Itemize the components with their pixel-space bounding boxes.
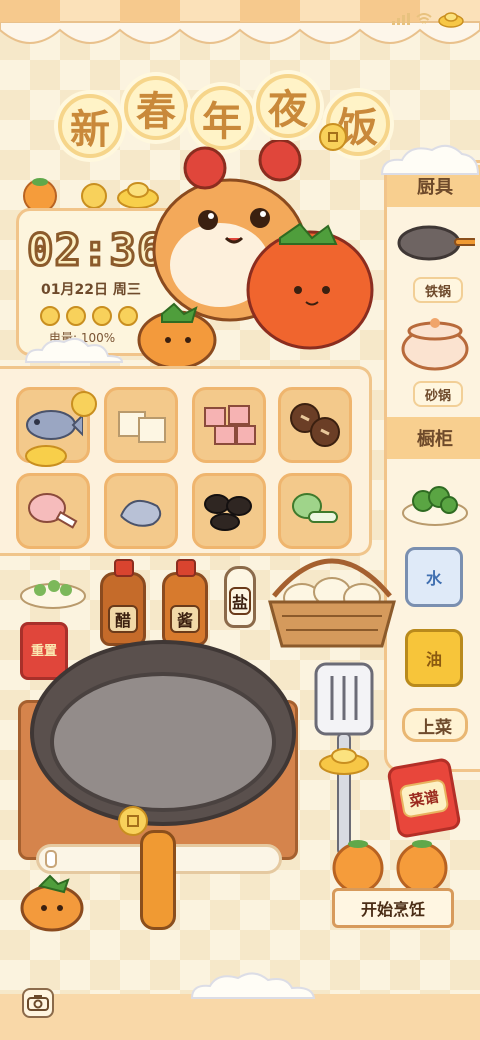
salt-jar[interactable]: 盐 (224, 566, 256, 628)
soy-sauce-bottle[interactable]: 酱 (162, 559, 208, 646)
wifi-icon (416, 13, 432, 24)
chicken-leg-icon (28, 493, 78, 529)
vinegar-bottle[interactable]: 醋 (100, 559, 146, 646)
side-dish-icon[interactable] (18, 566, 88, 612)
vinegar-label: 醋 (108, 605, 138, 633)
greens-plate-icon (402, 486, 468, 526)
oil-bottle-icon[interactable]: 油 (405, 629, 463, 687)
cloud-decoration (24, 337, 124, 363)
side-panel: 厨具 铁锅 砂锅 橱柜 水 油 (384, 160, 480, 772)
soy-sauce-label: 酱 (170, 605, 200, 633)
slot-black-fungus[interactable] (192, 473, 266, 549)
iron-wok-icon[interactable] (395, 221, 475, 271)
gold-ingot-icon (438, 12, 464, 28)
recipe-label: 菜谱 (398, 777, 450, 819)
water-bottle-icon[interactable]: 水 (405, 547, 463, 607)
title-char: 夜 (256, 74, 320, 138)
shiitake-icon (290, 403, 340, 447)
slot-tofu[interactable] (104, 387, 178, 463)
bottle-cap (176, 559, 196, 577)
tangerine-pair-decoration (332, 840, 448, 894)
black-fungus-icon (204, 494, 252, 531)
heat-slider-knob[interactable] (45, 850, 57, 868)
persimmon-mascot (20, 874, 84, 932)
oil-label: 油 (425, 650, 442, 669)
gold-coin-icon (118, 806, 148, 836)
salt-label: 盐 (229, 587, 251, 615)
camera-icon (27, 995, 49, 1011)
clay-pot-icon[interactable] (397, 313, 473, 373)
wok-surface[interactable] (50, 672, 276, 812)
cookware-label: 铁锅 (413, 277, 463, 303)
snow-cloud-decoration (380, 144, 480, 175)
wok-handle[interactable] (140, 830, 176, 930)
water-label: 水 (425, 569, 442, 588)
tofu-icon (118, 411, 166, 443)
camera-button[interactable] (22, 988, 54, 1018)
title-char: 春 (124, 76, 188, 140)
pork-belly-icon (204, 405, 256, 445)
bok-choy-icon (292, 493, 338, 523)
shrimp-icon (120, 499, 162, 527)
clock-date: 01月22日 周三 (41, 282, 141, 298)
slot-shrimp[interactable] (104, 473, 178, 549)
bottle-cap (114, 559, 134, 577)
recipe-button[interactable]: 菜谱 (386, 756, 462, 840)
reset-label: 重置 (30, 643, 57, 659)
slot-pork-belly[interactable] (192, 387, 266, 463)
egg-basket[interactable] (262, 536, 402, 656)
coin-decoration (25, 391, 97, 467)
gold-ingot-icon (319, 748, 369, 775)
cabinet-header: 橱柜 (387, 417, 480, 459)
status-bar (392, 10, 464, 28)
cookware-label: 砂锅 (413, 381, 463, 407)
signal-icon (392, 13, 410, 25)
title-char: 新 (58, 94, 122, 158)
start-cooking-button[interactable]: 开始烹饪 (332, 888, 454, 928)
cloud-decoration (190, 972, 316, 999)
slot-shiitake[interactable] (278, 387, 352, 463)
serve-button[interactable]: 上菜 (402, 708, 468, 742)
slot-chicken-leg[interactable] (16, 473, 90, 549)
reset-button[interactable]: 重置 (20, 622, 68, 680)
